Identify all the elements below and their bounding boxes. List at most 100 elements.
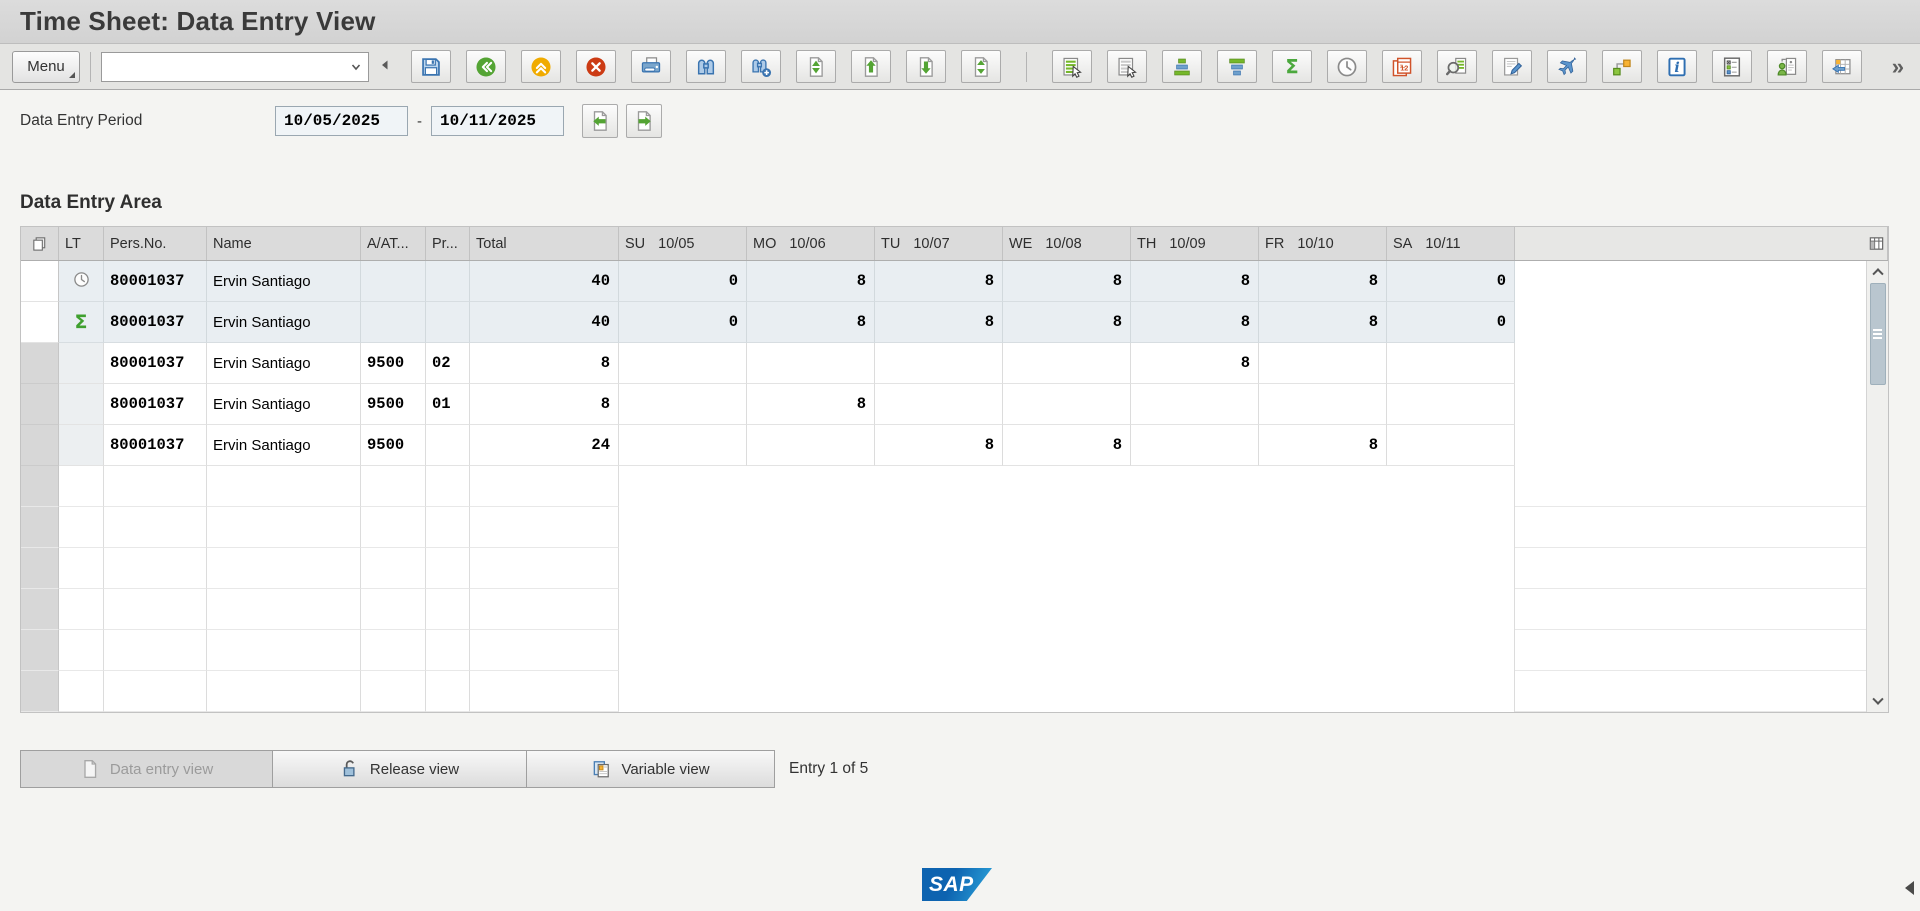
row-selector[interactable]	[21, 384, 59, 425]
cell-pr[interactable]: 02	[426, 343, 470, 384]
empty-cell[interactable]	[104, 507, 207, 548]
cell-lt[interactable]	[59, 384, 104, 425]
empty-cell[interactable]	[207, 507, 361, 548]
cell-total[interactable]: 40	[470, 302, 619, 343]
previous-period-button[interactable]	[582, 104, 618, 138]
assignment-button[interactable]	[1602, 50, 1642, 83]
up-button[interactable]	[521, 50, 561, 83]
period-to-input[interactable]	[431, 106, 564, 136]
cell-day-sa[interactable]: 0	[1387, 302, 1515, 343]
empty-cell[interactable]	[426, 671, 470, 712]
cell-day-tu[interactable]: 8	[875, 425, 1003, 466]
cell-aatype[interactable]	[361, 261, 426, 302]
cell-aatype[interactable]: 9500	[361, 425, 426, 466]
empty-days-area[interactable]	[619, 507, 1515, 548]
info-button[interactable]: i	[1657, 50, 1697, 83]
column-header-th[interactable]: TH 10/09	[1131, 227, 1259, 260]
travel-button[interactable]	[1547, 50, 1587, 83]
empty-days-area[interactable]	[619, 630, 1515, 671]
empty-cell[interactable]	[361, 548, 426, 589]
column-header-we[interactable]: WE 10/08	[1003, 227, 1131, 260]
choose-button[interactable]	[1052, 50, 1092, 83]
row-selector[interactable]	[21, 302, 59, 343]
column-header-tu[interactable]: TU 10/07	[875, 227, 1003, 260]
empty-cell[interactable]	[361, 671, 426, 712]
empty-cell[interactable]	[104, 548, 207, 589]
cell-day-sa[interactable]	[1387, 425, 1515, 466]
empty-days-area[interactable]	[619, 466, 1515, 507]
sort-ascending-button[interactable]	[1162, 50, 1202, 83]
cell-pr[interactable]: 01	[426, 384, 470, 425]
sort-descending-button[interactable]	[1217, 50, 1257, 83]
cell-pr[interactable]	[426, 261, 470, 302]
back-button[interactable]	[466, 50, 506, 83]
column-header-pr[interactable]: Pr...	[426, 227, 470, 260]
legend-button[interactable]	[1712, 50, 1752, 83]
empty-cell[interactable]	[470, 548, 619, 589]
column-header-name[interactable]: Name	[207, 227, 361, 260]
search-list-button[interactable]	[1437, 50, 1477, 83]
cell-total[interactable]: 8	[470, 343, 619, 384]
column-header-lt[interactable]: LT	[59, 227, 104, 260]
cell-aatype[interactable]: 9500	[361, 384, 426, 425]
empty-cell[interactable]	[426, 507, 470, 548]
cell-day-th[interactable]	[1131, 384, 1259, 425]
cell-persno[interactable]: 80001037	[104, 261, 207, 302]
release-view-button[interactable]: Release view	[272, 750, 527, 788]
table-import-button[interactable]	[1822, 50, 1862, 83]
cell-day-we[interactable]: 8	[1003, 302, 1131, 343]
cell-total[interactable]: 40	[470, 261, 619, 302]
exit-button[interactable]	[576, 50, 616, 83]
empty-cell[interactable]	[361, 507, 426, 548]
cell-persno[interactable]: 80001037	[104, 425, 207, 466]
cell-name[interactable]: Ervin Santiago	[207, 384, 361, 425]
empty-cell[interactable]	[470, 466, 619, 507]
sum-button[interactable]: Σ	[1272, 50, 1312, 83]
cell-day-th[interactable]: 8	[1131, 343, 1259, 384]
page-up-button[interactable]	[851, 50, 891, 83]
last-page-button[interactable]	[961, 50, 1001, 83]
cell-lt[interactable]	[59, 261, 104, 302]
empty-cell[interactable]	[59, 589, 104, 630]
cell-day-su[interactable]: 0	[619, 261, 747, 302]
empty-cell[interactable]	[207, 671, 361, 712]
empty-cell[interactable]	[470, 507, 619, 548]
cell-name[interactable]: Ervin Santiago	[207, 343, 361, 384]
cell-day-tu[interactable]	[875, 384, 1003, 425]
row-selector[interactable]	[21, 671, 59, 712]
save-button[interactable]	[411, 50, 451, 83]
empty-days-area[interactable]	[619, 548, 1515, 589]
next-period-button[interactable]	[626, 104, 662, 138]
select-all-header[interactable]	[21, 227, 59, 260]
cell-name[interactable]: Ervin Santiago	[207, 302, 361, 343]
row-selector[interactable]	[21, 507, 59, 548]
cell-total[interactable]: 24	[470, 425, 619, 466]
column-header-aatype[interactable]: A/AT...	[361, 227, 426, 260]
cell-day-mo[interactable]: 8	[747, 384, 875, 425]
column-header-total[interactable]: Total	[470, 227, 619, 260]
cell-day-we[interactable]: 8	[1003, 261, 1131, 302]
cell-aatype[interactable]	[361, 302, 426, 343]
cell-total[interactable]: 8	[470, 384, 619, 425]
column-header-fr[interactable]: FR 10/10	[1259, 227, 1387, 260]
column-header-sa[interactable]: SA 10/11	[1387, 227, 1515, 260]
cell-day-mo[interactable]	[747, 343, 875, 384]
empty-cell[interactable]	[470, 671, 619, 712]
cell-pr[interactable]	[426, 425, 470, 466]
empty-cell[interactable]	[426, 466, 470, 507]
collapse-command-field-button[interactable]	[377, 57, 393, 77]
empty-cell[interactable]	[59, 630, 104, 671]
cell-persno[interactable]: 80001037	[104, 384, 207, 425]
scroll-down-button[interactable]	[1867, 692, 1889, 712]
cell-day-su[interactable]	[619, 425, 747, 466]
row-selector[interactable]	[21, 589, 59, 630]
empty-cell[interactable]	[59, 671, 104, 712]
table-settings-button[interactable]	[1866, 227, 1888, 260]
time-button[interactable]	[1327, 50, 1367, 83]
cell-name[interactable]: Ervin Santiago	[207, 425, 361, 466]
empty-cell[interactable]	[104, 589, 207, 630]
column-header-mo[interactable]: MO 10/06	[747, 227, 875, 260]
column-header-su[interactable]: SU 10/05	[619, 227, 747, 260]
cell-day-we[interactable]	[1003, 384, 1131, 425]
cell-day-mo[interactable]: 8	[747, 261, 875, 302]
